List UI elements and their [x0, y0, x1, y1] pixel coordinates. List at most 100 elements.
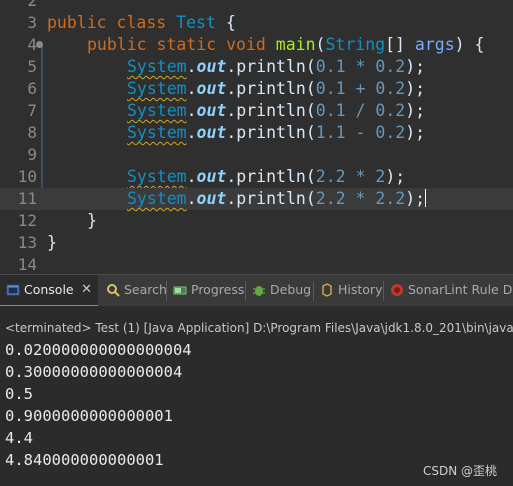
keyword: static	[156, 35, 217, 54]
line-number: 11	[17, 189, 37, 208]
code-line-2[interactable]: 2	[0, 0, 513, 12]
class-reference: System	[127, 79, 187, 98]
println-statement: System.out.println(1.1 - 0.2);	[127, 122, 425, 144]
method-call: println(	[236, 189, 316, 208]
statement-end: );	[405, 79, 426, 98]
close-icon[interactable]: ✕	[81, 275, 92, 305]
println-statement: System.out.println(0.1 / 0.2);	[127, 100, 425, 122]
paren: (	[315, 35, 326, 54]
keyword: class	[116, 13, 167, 32]
code-line-8[interactable]: 8 System.out.println(1.1 - 0.2);	[0, 122, 513, 144]
expression: 0.1 / 0.2	[315, 101, 406, 120]
output-line: 0.020000000000000004	[5, 341, 192, 359]
println-statement: System.out.println(0.1 + 0.2);	[127, 78, 425, 100]
tab-console[interactable]: Console ✕	[0, 275, 98, 307]
tab-sonarlint-rule[interactable]: SonarLint Rule Des	[384, 275, 513, 307]
output-line: 0.9000000000000001	[5, 407, 173, 425]
println-statement: System.out.println(2.2 * 2.2);	[127, 188, 427, 210]
code-line-6[interactable]: 6 System.out.println(0.1 + 0.2);	[0, 78, 513, 100]
view-tab-bar: Console ✕ Search Progress Debug History	[0, 274, 513, 308]
dot: .	[226, 189, 237, 208]
static-field: out	[196, 57, 227, 76]
dot: .	[186, 189, 197, 208]
class-reference: System	[127, 101, 187, 120]
text-cursor	[425, 189, 427, 207]
tab-debug[interactable]: Debug	[246, 275, 312, 307]
output-line: 0.30000000000000004	[5, 363, 183, 381]
brace: {	[215, 13, 236, 32]
tab-history[interactable]: History	[314, 275, 382, 307]
fold-collapse-icon[interactable]	[36, 41, 43, 48]
parameter-name: args	[414, 35, 455, 54]
code-line-7[interactable]: 7 System.out.println(0.1 / 0.2);	[0, 100, 513, 122]
dot: .	[186, 167, 197, 186]
tab-label: Debug	[270, 282, 312, 297]
code-line-11[interactable]: 11 System.out.println(2.2 * 2.2);	[0, 188, 513, 210]
code-line-10[interactable]: 10 System.out.println(2.2 * 2);	[0, 166, 513, 188]
closing-brace: }	[87, 211, 97, 230]
static-field: out	[196, 167, 227, 186]
console-status-line: <terminated> Test (1) [Java Application]…	[0, 306, 513, 336]
history-icon	[322, 283, 332, 297]
static-field: out	[196, 101, 227, 120]
tab-progress[interactable]: Progress	[167, 275, 244, 307]
keyword: public	[87, 35, 147, 54]
dot: .	[226, 123, 237, 142]
statement-end: );	[385, 167, 406, 186]
brace: ) {	[454, 35, 485, 54]
static-field: out	[196, 123, 227, 142]
progress-icon	[173, 286, 187, 295]
line-number: 14	[17, 255, 37, 274]
code-line-14[interactable]: 14	[0, 254, 513, 274]
method-call: println(	[236, 167, 316, 186]
expression: 2.2 * 2	[315, 167, 386, 186]
code-line-9[interactable]: 9	[0, 144, 513, 166]
code-editor[interactable]: 2 2 3 public class Test { 4 public stati…	[0, 0, 513, 274]
output-line: 4.4	[5, 429, 33, 447]
statement-end: );	[405, 123, 426, 142]
sonarlint-icon	[391, 284, 403, 296]
class-name: Test	[176, 13, 216, 32]
println-statement: System.out.println(0.1 * 0.2);	[127, 56, 425, 78]
line-number: 4	[27, 35, 37, 54]
tab-label: History	[338, 282, 383, 297]
line-number: 7	[27, 101, 37, 120]
code-line-5[interactable]: 5 System.out.println(0.1 * 0.2);	[0, 56, 513, 78]
class-reference: System	[127, 123, 187, 142]
static-field: out	[196, 189, 227, 208]
code-line-4[interactable]: 4 public static void main(String[] args)…	[0, 34, 513, 56]
type-name: String	[325, 35, 386, 54]
line-number: 10	[17, 167, 37, 186]
method-call: println(	[236, 123, 316, 142]
class-declaration: public class Test {	[47, 12, 236, 34]
dot: .	[186, 101, 197, 120]
tab-label: SonarLint Rule Des	[408, 282, 513, 297]
statement-end: );	[405, 189, 426, 208]
console-status-text: <terminated> Test (1) [Java Application]…	[5, 321, 513, 335]
expression: 0.1 + 0.2	[315, 79, 406, 98]
line-number: 2	[27, 0, 37, 10]
code-line-13[interactable]: 13 }	[0, 232, 513, 254]
method-call: println(	[236, 57, 316, 76]
class-reference: System	[127, 189, 187, 208]
code-line-3[interactable]: 3 public class Test {	[0, 12, 513, 34]
method-name: main	[275, 35, 316, 54]
line-number: 3	[27, 13, 37, 32]
line-number: 12	[17, 211, 37, 230]
line-number: 13	[17, 233, 37, 252]
dot: .	[226, 79, 237, 98]
line-number: 8	[27, 123, 37, 142]
line-number: 6	[27, 79, 37, 98]
code-line-12[interactable]: 12 }	[0, 210, 513, 232]
debug-icon	[253, 286, 265, 296]
line-number: 9	[27, 145, 37, 164]
statement-end: );	[405, 101, 426, 120]
keyword: void	[226, 35, 266, 54]
class-reference: System	[127, 57, 187, 76]
console-icon	[6, 284, 20, 296]
keyword: public	[47, 13, 107, 32]
expression: 1.1 - 0.2	[315, 123, 406, 142]
class-reference: System	[127, 167, 187, 186]
tab-search[interactable]: Search	[100, 275, 167, 307]
dot: .	[226, 167, 237, 186]
